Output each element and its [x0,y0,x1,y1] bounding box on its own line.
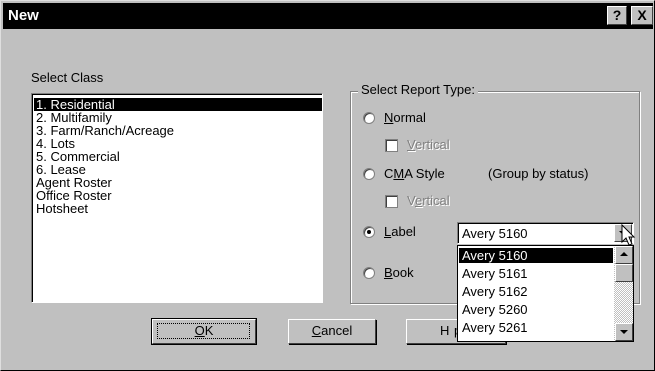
normal-vertical-label: Vertical [407,137,450,152]
cma-vertical-checkbox[interactable] [385,195,398,208]
class-listbox[interactable]: 1. Residential 2. Multifamily 3. Farm/Ra… [31,93,323,303]
title-bar[interactable]: New ? X [3,3,653,29]
report-type-legend: Select Report Type: [358,82,478,97]
cma-vertical-label-rest: rtical [422,193,450,208]
normal-vertical-mnemonic: V [407,137,415,152]
scroll-down-button[interactable] [615,323,633,341]
list-item[interactable]: 3. Farm/Ranch/Acreage [34,124,322,137]
scroll-thumb[interactable] [615,264,633,282]
label-radio-label[interactable]: Label [384,224,416,239]
cma-group-note: (Group by status) [488,166,589,181]
cma-mnemonic: M [393,166,405,181]
cancel-label-rest: ancel [321,323,353,338]
book-label[interactable]: Book [384,265,414,280]
cancel-mnemonic: C [311,323,322,338]
cancel-button[interactable]: Cancel [288,319,376,344]
dropdown-option[interactable]: Avery 5160 [459,248,613,263]
dropdown-option[interactable]: Avery 5162 [459,284,613,299]
book-label-rest: ook [392,265,414,280]
help-title-button[interactable]: ? [607,6,627,25]
dropdown-option[interactable]: Avery 5161 [459,266,613,281]
normal-vertical-label-rest: ertical [414,137,450,152]
cma-style-label[interactable]: CMA Style [384,166,445,181]
dropdown-scrollbar[interactable] [614,246,633,341]
book-radio[interactable] [363,267,375,279]
cma-vertical-label: Vertical [407,193,450,208]
normal-label-rest: ormal [393,110,426,125]
label-type-combobox[interactable]: Avery 5160 [457,222,634,244]
dropdown-option[interactable]: Avery 5261 [459,320,613,335]
normal-vertical-checkbox[interactable] [385,139,398,152]
mouse-cursor-icon [621,224,636,246]
normal-mnemonic: N [384,110,394,125]
cma-label-rest: A Style [404,166,445,181]
list-item[interactable]: Hotsheet [34,202,322,215]
help-label-pre: H [440,323,450,338]
cma-vertical-label-pre: V [407,193,415,208]
close-button[interactable]: X [631,6,653,25]
arrow-down-icon [620,330,628,334]
new-dialog: New ? X Select Class 1. Residential 2. M… [0,0,655,371]
question-icon: ? [612,7,622,23]
book-mnemonic: B [384,265,393,280]
combo-value: Avery 5160 [462,226,528,241]
ok-button[interactable]: OK [151,318,257,345]
normal-label[interactable]: Normal [384,110,426,125]
dropdown-option[interactable]: Avery 5260 [459,302,613,317]
close-icon: X [637,7,647,23]
arrow-up-icon [620,252,628,256]
label-type-dropdown-list[interactable]: Avery 5160 Avery 5161 Avery 5162 Avery 5… [457,245,634,342]
focus-rect [157,323,250,339]
label-label-rest: abel [391,224,416,239]
window-title: New [8,7,39,24]
scroll-up-button[interactable] [615,246,633,264]
normal-radio[interactable] [363,112,375,124]
cma-label-pre: C [384,166,394,181]
radio-selected-dot [367,230,371,234]
label-radio[interactable] [363,226,375,238]
cma-style-radio[interactable] [363,168,375,180]
select-class-label: Select Class [31,70,104,85]
